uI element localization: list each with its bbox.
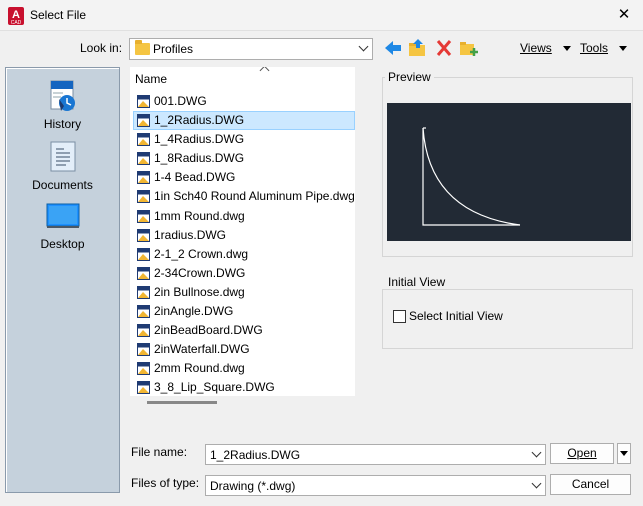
look-in-value: Profiles	[153, 42, 194, 56]
file-name-text: 001.DWG	[154, 94, 207, 108]
dwg-file-icon	[137, 209, 150, 223]
name-column-header[interactable]: Name	[130, 67, 355, 89]
sort-ascending-icon	[259, 67, 270, 76]
file-row[interactable]: 1_8Radius.DWG	[133, 149, 355, 168]
file-name-text: 2inWaterfall.DWG	[154, 342, 250, 357]
file-name-text: 3_8_Lip_Square.DWG	[154, 380, 275, 395]
file-name-text: 2inAngle.DWG	[154, 304, 234, 319]
places-label: History	[43, 117, 82, 131]
file-row[interactable]: 2-34Crown.DWG	[133, 264, 355, 283]
new-folder-icon[interactable]	[459, 39, 479, 57]
file-list[interactable]: Name 001.DWG 1_2Radius.DWG 1_4Radius.DWG 1_…	[130, 67, 355, 396]
views-menu[interactable]: Views	[520, 41, 571, 55]
file-row[interactable]: 1in Sch40 Round Aluminum Pipe.dwg	[133, 187, 355, 206]
folder-icon	[135, 40, 150, 55]
file-name-text: 2mm Round.dwg	[154, 361, 245, 376]
file-row[interactable]: 1radius.DWG	[133, 226, 355, 245]
preview-image	[387, 103, 631, 241]
dwg-file-icon	[137, 190, 150, 204]
file-name-text: 1_4Radius.DWG	[154, 132, 245, 147]
file-row[interactable]: 1-4 Bead.DWG	[133, 168, 355, 187]
places-label: Desktop	[40, 237, 85, 251]
close-button[interactable]: ✕	[615, 6, 633, 24]
file-type-value: Drawing (*.dwg)	[210, 479, 296, 493]
checkbox-box[interactable]	[393, 310, 406, 323]
dwg-file-icon	[137, 133, 150, 147]
file-name-text: 2inBeadBoard.DWG	[154, 323, 263, 338]
file-name-text: 1_8Radius.DWG	[154, 151, 245, 166]
file-name-text: 2in Bullnose.dwg	[154, 284, 245, 299]
dwg-file-icon	[137, 228, 150, 242]
file-row[interactable]: 1_2Radius.DWG	[133, 111, 355, 131]
dwg-file-icon	[137, 114, 150, 128]
dwg-file-icon	[137, 266, 150, 280]
file-name-text: 1-4 Bead.DWG	[154, 170, 236, 185]
places-label: Documents	[32, 178, 93, 192]
dwg-file-icon	[137, 171, 150, 185]
file-name-text: 1_2Radius.DWG	[154, 113, 245, 128]
dwg-file-icon	[137, 95, 150, 108]
dwg-file-icon	[137, 324, 150, 338]
open-options-button[interactable]	[617, 443, 631, 464]
file-name-text: 1radius.DWG	[154, 227, 227, 242]
file-type-dropdown[interactable]: Drawing (*.dwg)	[205, 475, 546, 496]
file-rows: 001.DWG 1_2Radius.DWG 1_4Radius.DWG 1_8Radi…	[133, 92, 355, 396]
places-sidebar: History Documents Desktop	[5, 67, 120, 493]
places-history[interactable]: History	[6, 79, 119, 131]
history-icon	[50, 80, 75, 111]
dwg-file-icon	[137, 152, 150, 166]
file-row[interactable]: 2inBeadBoard.DWG	[133, 321, 355, 340]
file-name-field[interactable]: 1_2Radius.DWG	[205, 444, 546, 465]
file-row[interactable]: 1_4Radius.DWG	[133, 130, 355, 149]
file-type-label: Files of type:	[131, 476, 200, 490]
name-column-label: Name	[135, 72, 168, 86]
desktop-icon	[46, 203, 79, 228]
file-name-text: 1in Sch40 Round Aluminum Pipe.dwg	[154, 189, 355, 204]
open-button[interactable]: Open	[550, 443, 614, 464]
select-initial-view-checkbox[interactable]: Select Initial View	[393, 309, 503, 323]
select-initial-view-label: Select Initial View	[409, 309, 503, 323]
window-title: Select File	[30, 8, 87, 22]
preview-title: Preview	[385, 70, 434, 84]
chevron-down-icon[interactable]	[531, 478, 542, 488]
tools-menu[interactable]: Tools	[580, 41, 628, 55]
file-name-text: 2-34Crown.DWG	[154, 265, 246, 280]
file-row[interactable]: 001.DWG	[133, 92, 355, 111]
dwg-file-icon	[137, 247, 150, 261]
file-row[interactable]: 2-1_2 Crown.dwg	[133, 245, 355, 264]
file-name-value: 1_2Radius.DWG	[210, 448, 301, 462]
places-documents[interactable]: Documents	[6, 140, 119, 192]
chevron-down-icon	[358, 41, 369, 52]
dwg-file-icon	[137, 381, 150, 395]
look-in-dropdown[interactable]: Profiles	[129, 38, 373, 60]
autocad-app-icon: A CAD	[8, 7, 24, 26]
file-name-text: 1mm Round.dwg	[154, 208, 245, 223]
back-arrow-icon[interactable]	[383, 39, 403, 57]
file-row[interactable]: 1mm Round.dwg	[133, 207, 355, 226]
places-desktop[interactable]: Desktop	[6, 201, 119, 251]
dwg-file-icon	[137, 362, 150, 376]
radius-profile-drawing	[422, 127, 521, 226]
up-one-level-icon[interactable]	[408, 39, 428, 57]
dwg-file-icon	[137, 285, 150, 299]
title-bar: A CAD Select File ✕	[0, 0, 643, 31]
file-name-label: File name:	[131, 445, 188, 459]
dwg-file-icon	[137, 305, 150, 319]
file-name-text: 2-1_2 Crown.dwg	[154, 246, 249, 261]
file-row[interactable]: 3_8_Lip_Square.DWG	[133, 378, 355, 396]
initial-view-title: Initial View	[385, 275, 449, 289]
chevron-down-icon[interactable]	[531, 447, 542, 457]
delete-icon[interactable]	[434, 39, 454, 57]
look-in-label: Look in:	[80, 41, 123, 55]
dwg-file-icon	[137, 343, 150, 357]
file-row[interactable]: 2in Bullnose.dwg	[133, 283, 355, 302]
horizontal-scrollbar-thumb[interactable]	[147, 401, 217, 404]
file-row[interactable]: 2inAngle.DWG	[133, 302, 355, 321]
file-row[interactable]: 2inWaterfall.DWG	[133, 340, 355, 359]
file-row[interactable]: 2mm Round.dwg	[133, 359, 355, 378]
cancel-button[interactable]: Cancel	[550, 474, 631, 495]
documents-icon	[50, 141, 75, 172]
